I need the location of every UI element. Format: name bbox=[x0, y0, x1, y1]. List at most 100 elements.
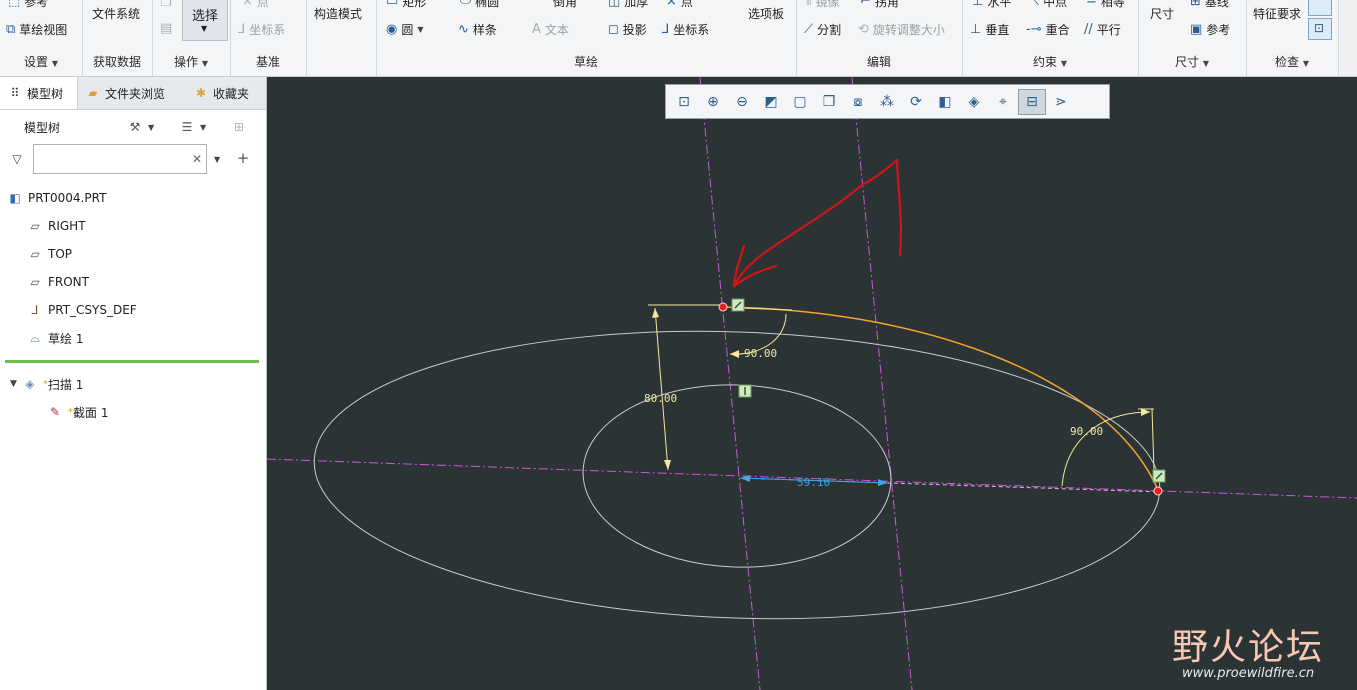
tree-item-top[interactable]: ▱ TOP bbox=[28, 244, 72, 264]
group-label-inspect[interactable]: 检查 ▼ bbox=[1246, 53, 1338, 70]
inner-ellipse[interactable] bbox=[580, 380, 894, 573]
tree-item-front[interactable]: ▱ FRONT bbox=[28, 272, 89, 292]
search-input[interactable] bbox=[33, 144, 207, 174]
dimension-button[interactable]: 尺寸 bbox=[1150, 6, 1174, 22]
sketch-view-button[interactable]: ⧉ 草绘视图 bbox=[6, 22, 67, 38]
spline-button[interactable]: ∿ 样条 bbox=[458, 22, 497, 38]
construction-mode-button[interactable]: 构造模式 bbox=[314, 6, 362, 22]
search-clear-button[interactable]: ✕ bbox=[190, 149, 204, 169]
point2-button[interactable]: × 点 bbox=[666, 0, 693, 10]
display-style-button[interactable]: ▢ bbox=[786, 89, 814, 115]
text-button[interactable]: A 文本 bbox=[532, 22, 569, 38]
zoom-in-icon: ⊕ bbox=[707, 93, 719, 110]
refit-button[interactable]: ⊡ bbox=[670, 89, 698, 115]
feature-requirements-button[interactable]: 特征要求 bbox=[1253, 6, 1301, 22]
add-filter-button[interactable]: + bbox=[236, 148, 250, 168]
group-label-operations[interactable]: 操作 ▼ bbox=[152, 53, 230, 70]
palette-button[interactable]: 选项板 bbox=[748, 6, 784, 22]
tree-columns-button[interactable]: ☰ ▼ bbox=[180, 117, 207, 137]
datum-plane-icon: ▱ bbox=[30, 275, 40, 289]
corner-button[interactable]: ⌐ 拐角 bbox=[860, 0, 899, 10]
folder-icon: ▰ bbox=[88, 86, 98, 100]
perspective-button[interactable]: ◈ bbox=[960, 89, 988, 115]
sketch-icon: ⌓ bbox=[30, 330, 40, 345]
rotate-resize-button[interactable]: ⟲ 旋转调整大小 bbox=[858, 22, 945, 38]
copy-icon-button[interactable]: ❐ bbox=[160, 0, 172, 10]
parallel-button[interactable]: // 平行 bbox=[1084, 22, 1121, 38]
divide-button[interactable]: ⟋ 分割 bbox=[804, 22, 841, 38]
thicken-button[interactable]: ◫ 加厚 bbox=[608, 0, 648, 10]
group-label-constrain[interactable]: 约束 ▼ bbox=[962, 53, 1138, 70]
arc-start-point[interactable] bbox=[718, 302, 728, 312]
point2-icon: × bbox=[666, 0, 677, 9]
coincident-button[interactable]: -⊸ 重合 bbox=[1026, 22, 1070, 38]
tree-item-sweep[interactable]: ▼ ◈ * 扫描 1 bbox=[10, 374, 83, 394]
ribbon: ⬚ 参考 ⧉ 草绘视图 设置 ▼ 文件系统 获取数据 ❐ ▤ 操作 ▼ 选择 ▼ bbox=[0, 0, 1357, 77]
midpoint-button[interactable]: ⟍ 中点 bbox=[1030, 0, 1067, 10]
fillet-button[interactable]: ⌒ 倒角 bbox=[536, 0, 577, 10]
sketch-canvas[interactable]: 80.00 90.00 90.00 59.10 bbox=[267, 77, 1357, 690]
expand-icon[interactable]: ▼ bbox=[10, 379, 17, 389]
group-label-dimension[interactable]: 尺寸 ▼ bbox=[1138, 53, 1246, 70]
equal-button[interactable]: = 相等 bbox=[1086, 0, 1125, 10]
point-button[interactable]: × 点 bbox=[242, 0, 269, 10]
reference-button[interactable]: ⬚ 参考 bbox=[8, 0, 48, 10]
ref-dim-button[interactable]: ▣ 参考 bbox=[1190, 22, 1230, 38]
arc-end-point[interactable] bbox=[1153, 486, 1163, 496]
mirror-button[interactable]: ⫴ 镜像 bbox=[806, 0, 839, 10]
file-system-button[interactable]: 文件系统 bbox=[92, 6, 140, 22]
ellipse-button[interactable]: ⬭ 椭圆 bbox=[460, 0, 499, 10]
csys-button[interactable]: ⅃ 坐标系 bbox=[238, 22, 285, 38]
fillet-icon: ⌒ bbox=[536, 0, 550, 9]
csys-icon: ⅃ bbox=[31, 303, 39, 317]
horizontal-button[interactable]: ⊥ 水平 bbox=[972, 0, 1011, 10]
sketcher-display-button[interactable]: ⋗ bbox=[1047, 89, 1075, 115]
vertical-button[interactable]: ⊥ 垂直 bbox=[970, 22, 1009, 38]
filter-button[interactable]: ▽ bbox=[10, 149, 24, 169]
rectangle-button[interactable]: ▭ 矩形 bbox=[386, 0, 426, 10]
dim-height-value[interactable]: 80.00 bbox=[644, 392, 677, 405]
inspect-toggle-button[interactable]: ⊡ bbox=[1308, 18, 1332, 40]
tree-item-part[interactable]: ◧ PRT0004.PRT bbox=[8, 188, 106, 208]
outer-ellipse[interactable] bbox=[309, 317, 1164, 632]
datum-display-button[interactable]: ⁂ bbox=[873, 89, 901, 115]
circle-button[interactable]: ◉ 圆 ▼ bbox=[386, 22, 424, 38]
tree-settings-button[interactable]: ⚒ ▼ bbox=[128, 117, 155, 137]
dim-angle-top-value[interactable]: 90.00 bbox=[744, 347, 777, 360]
search-options-button[interactable]: ▼ bbox=[214, 149, 220, 169]
tree-item-csys[interactable]: ⅃ PRT_CSYS_DEF bbox=[28, 300, 137, 320]
tree-filter-disabled-button[interactable]: ⊞ bbox=[232, 117, 246, 137]
graphics-area[interactable]: 80.00 90.00 90.00 59.10 bbox=[267, 77, 1357, 690]
select-button[interactable]: 选择 ▼ bbox=[182, 0, 228, 41]
tools-icon: ⚒ bbox=[129, 120, 141, 134]
project-button[interactable]: ◻ 投影 bbox=[608, 22, 647, 38]
tree-item-right[interactable]: ▱ RIGHT bbox=[28, 216, 85, 236]
centerline-vertical-2[interactable] bbox=[851, 77, 913, 690]
baseline-button[interactable]: ⊞ 基线 bbox=[1190, 0, 1229, 10]
inspect-toggle-top-button[interactable] bbox=[1308, 0, 1332, 16]
dim-width-value[interactable]: 59.10 bbox=[797, 476, 830, 489]
group-datum: × 点 ⅃ 坐标系 基准 bbox=[230, 0, 307, 76]
tree-item-section[interactable]: ✎ * 截面 1 bbox=[48, 402, 108, 422]
shading-button[interactable]: ◧ bbox=[931, 89, 959, 115]
tab-folder-browser[interactable]: ▰ 文件夹浏览 bbox=[86, 77, 186, 109]
paste-icon-button[interactable]: ▤ bbox=[160, 22, 172, 36]
spline-icon: ∿ bbox=[458, 22, 469, 37]
tree-item-sketch[interactable]: ⌓ 草绘 1 bbox=[28, 328, 83, 348]
tab-favorites[interactable]: ✱ 收藏夹 bbox=[194, 77, 266, 109]
tab-model-tree[interactable]: ⠿ 模型树 bbox=[0, 77, 78, 109]
zoom-out-button[interactable]: ⊖ bbox=[728, 89, 756, 115]
spin-center-button[interactable]: ⌖ bbox=[989, 89, 1017, 115]
dim-angle-right-value[interactable]: 90.00 bbox=[1070, 425, 1103, 438]
circle-caret-icon: ▼ bbox=[417, 25, 424, 34]
csys2-button[interactable]: ⅃ 坐标系 bbox=[662, 22, 709, 38]
view-manager-button[interactable]: ⧇ bbox=[844, 89, 872, 115]
sketch-view-toggle-button[interactable]: ⊟ bbox=[1018, 88, 1046, 115]
annotation-display-button[interactable]: ⟳ bbox=[902, 89, 930, 115]
repaint-button[interactable]: ◩ bbox=[757, 89, 785, 115]
group-label-settings[interactable]: 设置 ▼ bbox=[0, 53, 82, 70]
dim-angle-right-arc[interactable] bbox=[1061, 411, 1151, 487]
centerline-vertical-1[interactable] bbox=[699, 77, 761, 690]
saved-orientations-button[interactable]: ❒ bbox=[815, 89, 843, 115]
zoom-in-button[interactable]: ⊕ bbox=[699, 89, 727, 115]
